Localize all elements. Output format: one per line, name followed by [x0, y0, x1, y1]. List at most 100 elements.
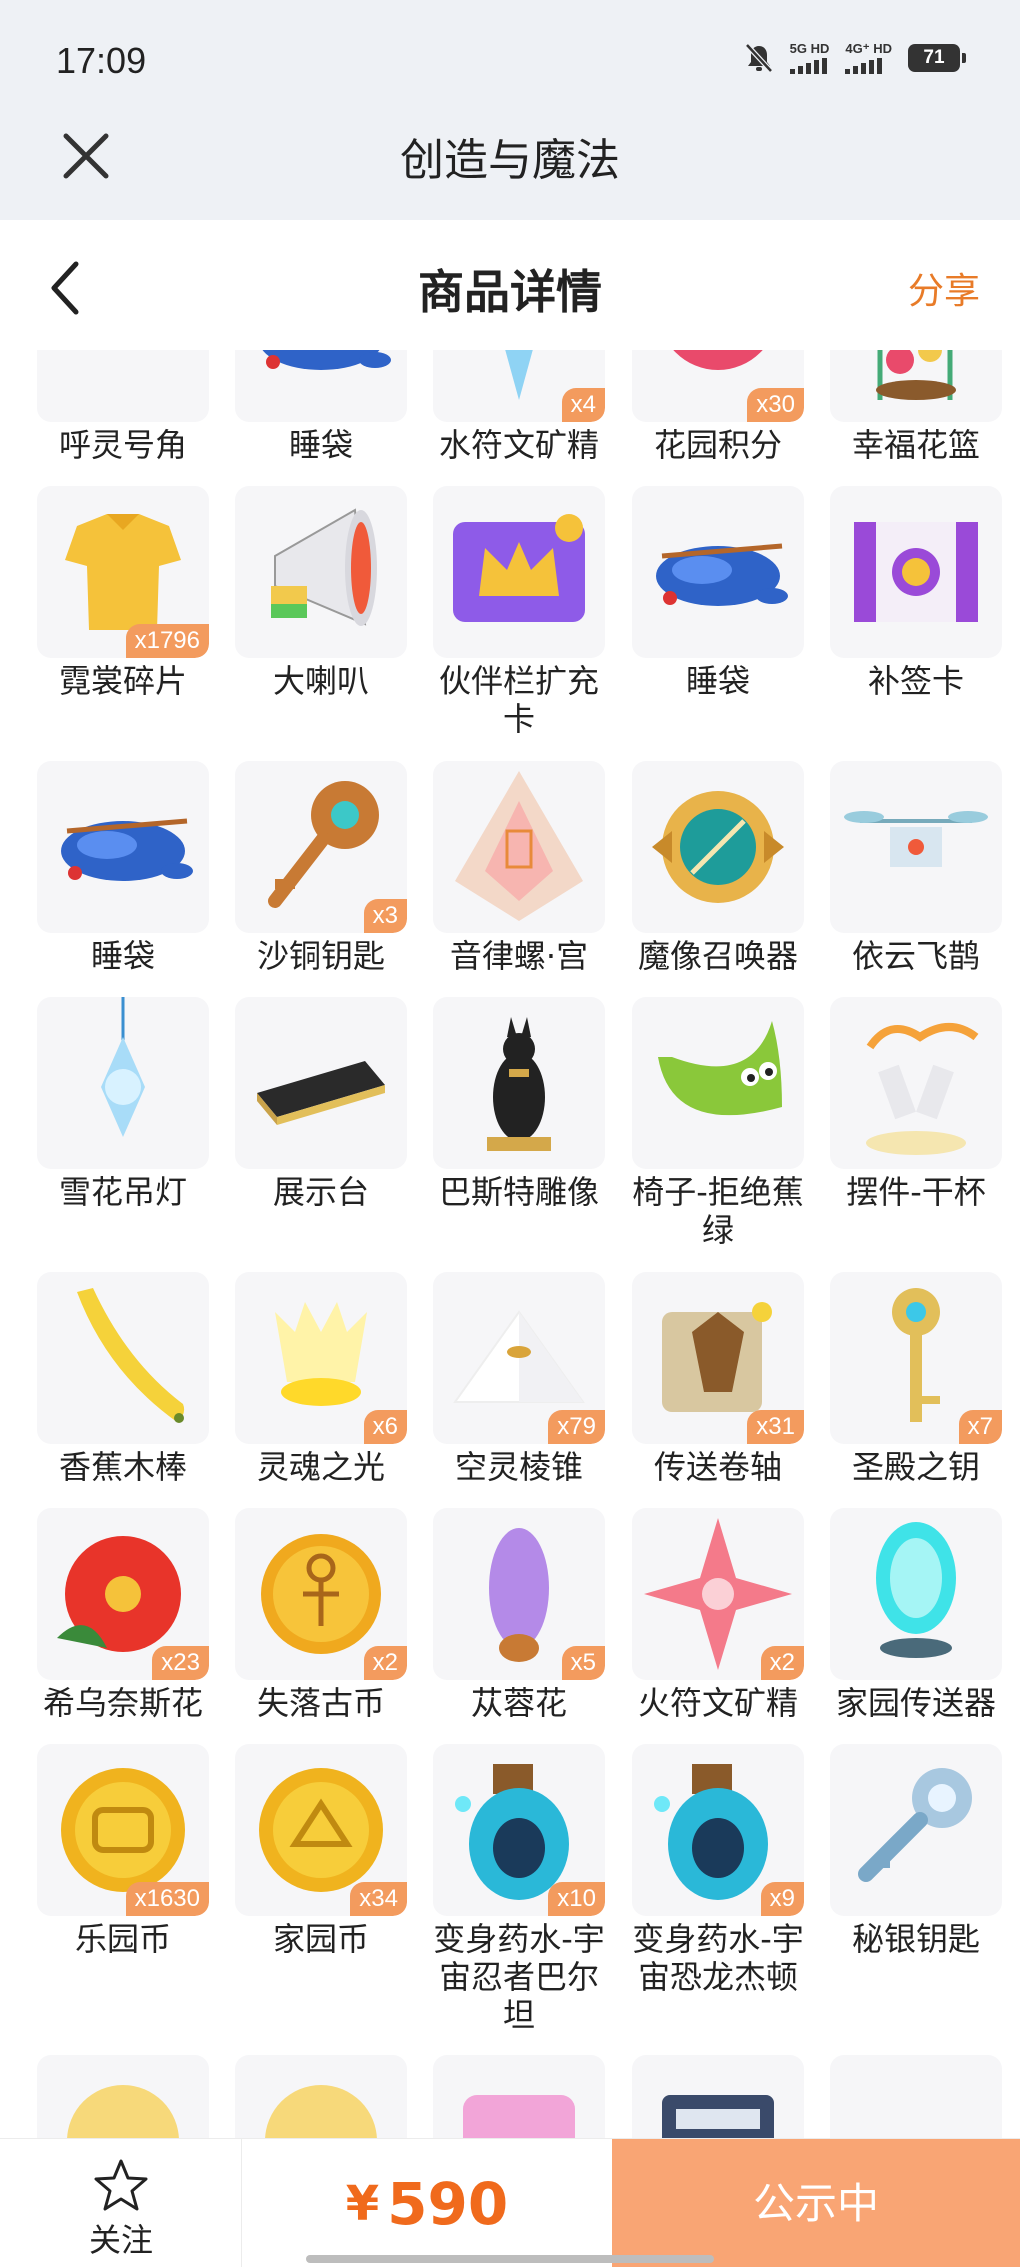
- item-name: 音律螺·宫: [449, 937, 589, 975]
- banana-chair-icon: [658, 1021, 782, 1116]
- summoner-icon: [652, 791, 784, 903]
- signal-5g-label: 5G HD: [789, 41, 830, 56]
- quantity-badge: x10: [548, 1882, 605, 1916]
- app-title: 创造与魔法: [400, 135, 620, 186]
- price-currency: ¥: [345, 2175, 380, 2232]
- item-thumbnail: [37, 350, 209, 422]
- item-thumbnail: [830, 350, 1002, 422]
- quantity-badge: x7: [958, 1410, 1002, 1444]
- conch-icon: [455, 771, 583, 921]
- price-amount: 590: [387, 2169, 509, 2238]
- item-thumbnail: [830, 486, 1002, 658]
- banana-club-icon: [77, 1288, 185, 1423]
- item-name: 大喇叭: [272, 662, 369, 700]
- price: ¥ 590: [242, 2139, 612, 2267]
- public-notice-button[interactable]: 公示中: [612, 2139, 1020, 2267]
- item-thumbnail: x31: [632, 1272, 804, 1444]
- signal-4g-icon: 4G⁺ HD: [845, 42, 892, 74]
- item-thumbnail: [37, 997, 209, 1169]
- quantity-badge: x2: [363, 1646, 407, 1680]
- item-name: 变身药水-宇宙恐龙杰顿: [632, 1920, 804, 1996]
- follow-button[interactable]: 关注: [0, 2139, 242, 2267]
- item-thumbnail: [632, 2055, 804, 2138]
- quantity-badge: x4: [561, 388, 605, 422]
- item-thumbnail: [830, 1744, 1002, 1916]
- quantity-badge: x2: [760, 1646, 804, 1680]
- item-thumbnail: x3: [235, 761, 407, 933]
- item-thumbnail: x2: [235, 1508, 407, 1680]
- follow-label: 关注: [88, 2221, 153, 2259]
- item-thumbnail: [433, 486, 605, 658]
- item-name: 雪花吊灯: [58, 1173, 187, 1211]
- item-thumbnail: x1796: [37, 486, 209, 658]
- item-thumbnail: [632, 997, 804, 1169]
- item-thumbnail: x5: [433, 1508, 605, 1680]
- quantity-badge: x30: [747, 388, 804, 422]
- item-thumbnail: [830, 2055, 1002, 2138]
- item-thumbnail: [830, 1508, 1002, 1680]
- item-name: 苁蓉花: [470, 1684, 567, 1722]
- megaphone-icon: [271, 508, 377, 626]
- app-bar: 创造与魔法: [0, 110, 1020, 220]
- quantity-badge: x1796: [125, 624, 209, 658]
- signal-4g-label: 4G⁺ HD: [845, 41, 892, 56]
- item-thumbnail: [830, 997, 1002, 1169]
- signal-5g-icon: 5G HD: [789, 41, 830, 74]
- page-title: 商品详情: [418, 265, 602, 319]
- item-thumbnail: x2: [632, 1508, 804, 1680]
- share-button[interactable]: 分享: [908, 262, 980, 314]
- horn-icon: [37, 350, 209, 422]
- item-name: 圣殿之钥: [851, 1448, 980, 1486]
- item-grid: 呼灵号角 睡袋 x4 水符文矿精 x30 花园积分 幸福花篮 x1796 霓裳碎片 大喇叭 伙伴栏扩…: [0, 350, 1020, 2138]
- item-thumbnail: [235, 350, 407, 422]
- item-thumbnail: [37, 2055, 209, 2138]
- battery-icon: 71: [908, 44, 966, 72]
- snow-lamp-icon: [101, 997, 145, 1137]
- status-time: 17:09: [56, 40, 147, 81]
- page-header: 商品详情 分享: [0, 220, 1020, 350]
- quantity-badge: x31: [747, 1410, 804, 1444]
- mute-bell-icon: [744, 43, 773, 73]
- item-name: 呼灵号角: [58, 426, 187, 464]
- item-thumbnail: [632, 486, 804, 658]
- sleeping-bag-icon: [656, 543, 788, 606]
- quantity-badge: x9: [760, 1882, 804, 1916]
- display-stand-icon: [257, 1061, 385, 1125]
- item-name: 伙伴栏扩充卡: [438, 662, 599, 738]
- item-thumbnail: x1630: [37, 1744, 209, 1916]
- item-thumbnail: [235, 486, 407, 658]
- home-indicator: [306, 2255, 714, 2263]
- item-name: 睡袋: [288, 426, 353, 464]
- item-name: 沙铜钥匙: [256, 937, 385, 975]
- item-name: 水符文矿精: [438, 426, 599, 464]
- item-thumbnail: x30: [632, 350, 804, 422]
- item-thumbnail: [235, 997, 407, 1169]
- flower-basket-icon: [876, 350, 956, 400]
- item-thumbnail: x7: [830, 1272, 1002, 1444]
- item-name: 摆件-干杯: [846, 1173, 986, 1211]
- sleeping-bag-icon: [61, 818, 193, 881]
- status-bar: 17:09 5G HD 4G⁺ HD 71: [0, 0, 1020, 110]
- item-name: 空灵棱锥: [454, 1448, 583, 1486]
- status-icons: 5G HD 4G⁺ HD 71: [744, 41, 966, 74]
- cheers-ornament-icon: [866, 1023, 979, 1155]
- item-thumbnail: [632, 761, 804, 933]
- item-name: 希乌奈斯花: [42, 1684, 203, 1722]
- item-name: 家园传送器: [835, 1684, 996, 1722]
- item-name: 火符文矿精: [637, 1684, 798, 1722]
- item-thumbnail: x6: [235, 1272, 407, 1444]
- coin-partial-icon: [67, 2085, 179, 2138]
- item-name: 灵魂之光: [256, 1448, 385, 1486]
- coin-partial-icon: [265, 2085, 377, 2138]
- drone-icon: [844, 811, 988, 867]
- quantity-badge: x23: [152, 1646, 209, 1680]
- item-thumbnail: [37, 761, 209, 933]
- item-thumbnail: [433, 761, 605, 933]
- item-name: 花园积分: [653, 426, 782, 464]
- item-thumbnail: [433, 2055, 605, 2138]
- item-name: 香蕉木棒: [58, 1448, 187, 1486]
- item-thumbnail: x79: [433, 1272, 605, 1444]
- item-thumbnail: x34: [235, 1744, 407, 1916]
- item-thumbnail: [235, 2055, 407, 2138]
- item-thumbnail: [433, 997, 605, 1169]
